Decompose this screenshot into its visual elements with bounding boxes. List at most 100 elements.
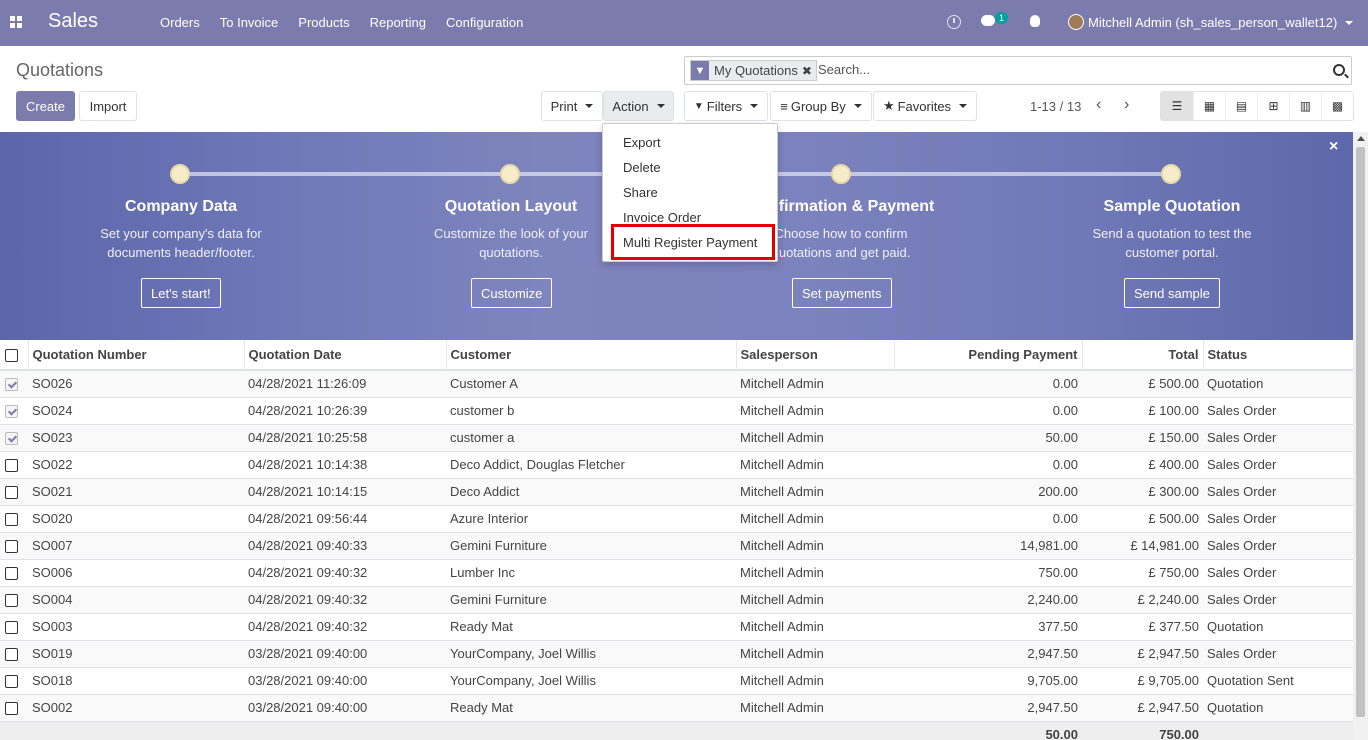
menu-item-share[interactable]: Share <box>623 185 658 200</box>
scrollbar[interactable] <box>1353 132 1368 740</box>
search-icon[interactable] <box>1333 64 1345 76</box>
menu-item-delete[interactable]: Delete <box>623 160 661 175</box>
table-row[interactable]: SO020 04/28/2021 09:56:44 Azure Interior Mi… <box>0 505 1353 533</box>
table-row[interactable]: SO007 04/28/2021 09:40:33 Gemini Furniture… <box>0 532 1353 560</box>
table-row[interactable]: SO002 03/28/2021 09:40:00 Ready Mat Mitchel… <box>0 694 1353 722</box>
menu-item-export[interactable]: Export <box>623 135 661 150</box>
cell-total: £ 377.50 <box>1082 613 1203 641</box>
table-row[interactable]: SO019 03/28/2021 09:40:00 YourCompany, Joe… <box>0 640 1353 668</box>
cell-salesperson: Mitchell Admin <box>736 397 894 425</box>
row-select-cell <box>0 532 28 560</box>
search-input[interactable] <box>818 62 1298 77</box>
table-row[interactable]: SO003 04/28/2021 09:40:32 Ready Mat Mitchel… <box>0 613 1353 641</box>
pager-previous-icon[interactable]: ‹ <box>1096 96 1101 114</box>
row-checkbox[interactable] <box>5 621 18 635</box>
apps-menu-icon[interactable] <box>10 16 22 28</box>
table-row[interactable]: SO004 04/28/2021 09:40:32 Gemini Furniture… <box>0 586 1353 614</box>
user-menu[interactable]: Mitchell Admin (sh_sales_person_wallet12… <box>1088 15 1337 30</box>
cell-status: Quotation <box>1203 370 1353 398</box>
col-pending-payment[interactable]: Pending Payment <box>894 340 1083 371</box>
scroll-thumb[interactable] <box>1356 147 1365 717</box>
menu-configuration[interactable]: Configuration <box>436 0 533 46</box>
menu-to-invoice[interactable]: To Invoice <box>210 0 289 46</box>
pivot-view-icon[interactable]: ⊞ <box>1257 92 1289 120</box>
menu-item-invoice-order[interactable]: Invoice Order <box>623 210 701 225</box>
customize-button[interactable]: Customize <box>471 278 553 308</box>
select-all-checkbox[interactable] <box>5 349 18 363</box>
set-payments-button[interactable]: Set payments <box>792 278 892 308</box>
footer-cell <box>446 721 736 740</box>
kanban-view-icon[interactable]: ▦ <box>1193 92 1225 120</box>
table-header-row: Quotation Number Quotation Date Customer… <box>0 340 1354 371</box>
menu-products[interactable]: Products <box>288 0 359 46</box>
debug-icon[interactable] <box>1030 15 1040 27</box>
groupby-button[interactable]: ≡ Group By <box>770 91 872 121</box>
footer-grand-total: 750.00 <box>1082 721 1203 740</box>
table-row[interactable]: SO021 04/28/2021 10:14:15 Deco Addict Mitch… <box>0 478 1353 506</box>
col-total[interactable]: Total <box>1082 340 1204 371</box>
grid-view-icon[interactable]: ▩ <box>1321 92 1353 120</box>
table-row[interactable]: SO024 04/28/2021 10:26:39 customer b Mitche… <box>0 397 1353 425</box>
user-caret-icon <box>1345 21 1353 25</box>
scroll-up-icon[interactable] <box>1357 136 1365 141</box>
chevron-down-icon <box>959 104 968 108</box>
cell-pending-payment: 200.00 <box>894 478 1082 506</box>
table-row[interactable]: SO018 03/28/2021 09:40:00 YourCompany, Joe… <box>0 667 1353 695</box>
row-checkbox[interactable] <box>5 378 18 392</box>
action-button[interactable]: Action <box>603 91 674 121</box>
cell-customer: Customer A <box>446 370 736 398</box>
col-quotation-date[interactable]: Quotation Date <box>244 340 447 371</box>
cell-total: £ 400.00 <box>1082 451 1203 479</box>
row-select-cell <box>0 667 28 695</box>
main-menu: Orders To Invoice Products Reporting Con… <box>150 0 533 46</box>
row-checkbox[interactable] <box>5 702 18 716</box>
chat-icon[interactable] <box>981 15 995 26</box>
row-checkbox[interactable] <box>5 567 18 581</box>
row-checkbox[interactable] <box>5 594 18 608</box>
row-checkbox[interactable] <box>5 540 18 554</box>
calendar-view-icon[interactable]: ▤ <box>1225 92 1257 120</box>
list-view-icon[interactable]: ☰ <box>1161 92 1193 120</box>
pager-value[interactable]: 1-13 / 13 <box>1030 99 1081 114</box>
facet-remove-icon[interactable]: ✖ <box>802 64 816 78</box>
table-row[interactable]: SO006 04/28/2021 09:40:32 Lumber Inc Mitche… <box>0 559 1353 587</box>
cell-customer: customer a <box>446 424 736 452</box>
row-checkbox[interactable] <box>5 405 18 419</box>
favorites-button[interactable]: ★ Favorites <box>873 91 977 121</box>
app-brand[interactable]: Sales <box>48 10 98 33</box>
col-customer[interactable]: Customer <box>446 340 737 371</box>
print-button[interactable]: Print <box>541 91 603 121</box>
activity-clock-icon[interactable] <box>947 15 961 29</box>
banner-close-icon[interactable]: × <box>1329 138 1338 156</box>
row-checkbox[interactable] <box>5 486 18 500</box>
col-salesperson[interactable]: Salesperson <box>736 340 895 371</box>
avatar[interactable] <box>1068 14 1084 30</box>
pager-next-icon[interactable]: › <box>1124 96 1129 114</box>
cell-total: £ 100.00 <box>1082 397 1203 425</box>
create-button[interactable]: Create <box>16 91 75 121</box>
filters-button[interactable]: ▼ Filters <box>684 91 768 121</box>
graph-view-icon[interactable]: ▥ <box>1289 92 1321 120</box>
row-checkbox[interactable] <box>5 648 18 662</box>
step-dot <box>831 164 851 184</box>
col-quotation-number[interactable]: Quotation Number <box>28 340 245 371</box>
lets-start-button[interactable]: Let's start! <box>141 278 221 308</box>
row-checkbox[interactable] <box>5 459 18 473</box>
cell-pending-payment: 2,947.50 <box>894 640 1082 668</box>
send-sample-button[interactable]: Send sample <box>1124 278 1220 308</box>
table-row[interactable]: SO022 04/28/2021 10:14:38 Deco Addict, Dou… <box>0 451 1353 479</box>
row-checkbox[interactable] <box>5 675 18 689</box>
table-row[interactable]: SO023 04/28/2021 10:25:58 customer a Mitche… <box>0 424 1353 452</box>
import-button[interactable]: Import <box>79 91 137 121</box>
cell-quotation-number: SO023 <box>28 424 244 452</box>
col-status[interactable]: Status <box>1203 340 1354 371</box>
row-select-cell <box>0 478 28 506</box>
row-checkbox[interactable] <box>5 432 18 446</box>
menu-reporting[interactable]: Reporting <box>360 0 436 46</box>
chevron-down-icon <box>853 104 862 108</box>
table-row[interactable]: SO026 04/28/2021 11:26:09 Customer A Mitche… <box>0 370 1353 398</box>
row-select-cell <box>0 397 28 425</box>
cell-status: Sales Order <box>1203 532 1353 560</box>
menu-orders[interactable]: Orders <box>150 0 210 46</box>
row-checkbox[interactable] <box>5 513 18 527</box>
